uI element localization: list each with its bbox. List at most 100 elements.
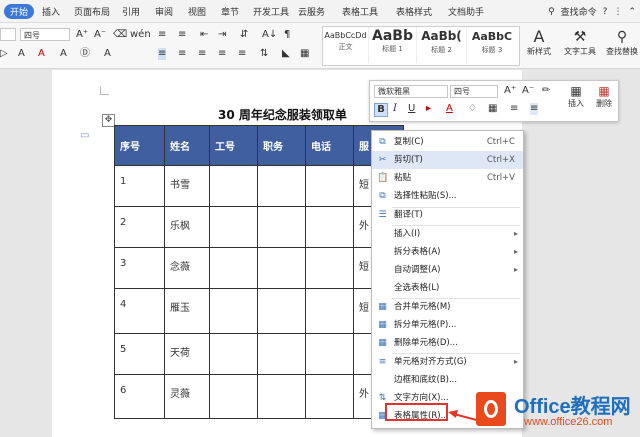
mini-font-color-icon[interactable]: A [446,103,453,115]
tab-start[interactable]: 开始 [4,4,35,19]
increase-indent-icon[interactable]: ⇥ [218,29,226,41]
menu-item-insert[interactable]: 插入(I) ▸ [372,225,523,243]
table-cell[interactable]: 念薇 [164,247,210,289]
menu-item-split-table[interactable]: 拆分表格(A) ▸ [372,243,523,261]
table-cell[interactable] [209,247,258,289]
numbering-icon[interactable]: ≡ [178,29,186,41]
mini-grow-font-icon[interactable]: A⁺ [504,85,516,97]
table-cell[interactable] [257,333,306,375]
tab-table-tools[interactable]: 表格工具 [342,5,378,18]
table-cell[interactable]: 6 [114,374,165,419]
header-cell[interactable]: 序号 [114,125,165,166]
mini-format-painter-icon[interactable]: ✏ [542,85,550,97]
menu-item-split-cells[interactable]: ▦ 拆分单元格(P)... [372,316,523,334]
table-cell[interactable] [209,206,258,248]
mini-shrink-font-icon[interactable]: A⁻ [522,85,534,97]
table-cell[interactable] [257,247,306,289]
table-cell[interactable] [257,374,306,419]
header-cell[interactable]: 工号 [209,125,258,166]
table-cell[interactable]: 4 [114,288,165,334]
table-cell[interactable] [257,206,306,248]
mini-align-icon[interactable]: ≡ [530,103,539,115]
tab-developer[interactable]: 开发工具 [253,5,289,18]
header-cell[interactable]: 姓名 [164,125,210,166]
collapse-icon[interactable]: ⌃ [628,7,636,17]
text-tools-button[interactable]: ⚒ 文字工具 [560,28,600,57]
table-cell[interactable] [305,333,354,375]
table-cell[interactable] [305,247,354,289]
align-center-icon[interactable]: ≡ [178,48,186,60]
header-cell[interactable]: 电话 [305,125,354,166]
table-cell[interactable] [209,333,258,375]
tab-insert[interactable]: 插入 [42,5,60,18]
table-cell[interactable] [305,374,354,419]
table-cell[interactable]: 5 [114,333,165,375]
char-shading-icon[interactable]: A [60,48,67,60]
table-cell[interactable] [257,165,306,207]
tab-cloud[interactable]: 云服务 [298,5,325,18]
tab-view[interactable]: 视图 [188,5,206,18]
new-style-button[interactable]: A 新样式 [522,28,556,57]
align-left-icon[interactable]: ≡ [158,48,167,60]
search-command-label[interactable]: 查找命令 [561,5,597,18]
table-cell[interactable] [305,165,354,207]
tab-doc-assistant[interactable]: 文档助手 [448,5,484,18]
show-marks-icon[interactable]: ¶ [284,29,290,41]
table-cell[interactable] [305,206,354,248]
menu-item-paste-special[interactable]: ⧉ 选择性粘贴(S)... [372,187,523,205]
style-heading-3[interactable]: AaBbC 标题 3 [467,27,517,63]
mini-underline-button[interactable]: U [408,103,415,115]
menu-item-merge-cells[interactable]: ▦ 合并单元格(M) [372,298,523,316]
table-cell[interactable] [305,288,354,334]
menu-item-cut[interactable]: ✂ 剪切(T) Ctrl+X [372,151,523,169]
menu-item-paste[interactable]: 📋 粘贴 Ctrl+V [372,169,523,187]
help-icon[interactable]: ? [603,7,608,17]
borders-icon[interactable]: ▦ [300,48,309,60]
bullets-icon[interactable]: ≡ [158,29,166,41]
shrink-font-icon[interactable]: A⁻ [94,29,106,41]
distribute-icon[interactable]: ≡ [238,48,246,60]
table-cell[interactable]: 3 [114,247,165,289]
mini-line-spacing-icon[interactable]: ≡ [510,103,518,115]
line-spacing-icon[interactable]: ⇅ [260,48,268,60]
mini-italic-button[interactable]: I [393,103,397,115]
table-cell[interactable] [209,288,258,334]
more-icon[interactable]: ⋮ [613,7,622,17]
mini-highlight-icon[interactable]: ▸ [426,103,431,115]
mini-borders-icon[interactable]: ▦ [488,103,497,115]
phonetic-guide-icon[interactable]: A [104,48,111,60]
menu-item-autofit[interactable]: 自动调整(A) ▸ [372,261,523,279]
decrease-indent-icon[interactable]: ⇤ [200,29,208,41]
enclose-char-icon[interactable]: Ⓓ [80,48,90,60]
mini-bold-button[interactable]: B [374,103,388,117]
font-color-icon[interactable]: A [38,48,45,60]
tab-page-layout[interactable]: 页面布局 [74,5,110,18]
justify-icon[interactable]: ≡ [218,48,226,60]
style-normal[interactable]: AaBbCcDd 正文 [323,27,369,63]
style-heading-1[interactable]: AaBb 标题 1 [369,27,417,63]
table-cell[interactable] [209,374,258,419]
table-cell[interactable]: 2 [114,206,165,248]
tab-table-style[interactable]: 表格样式 [396,5,432,18]
mini-fill-icon[interactable]: ♢ [468,103,477,115]
menu-item-select-table[interactable]: 全选表格(L) [372,279,523,297]
grow-font-icon[interactable]: A⁺ [76,29,88,41]
mini-font-name-dropdown[interactable]: 微软雅黑 [374,85,448,98]
menu-item-copy[interactable]: ⧉ 复制(C) Ctrl+C [372,133,523,151]
menu-item-cell-alignment[interactable]: ≡ 单元格对齐方式(G) ▸ [372,353,523,371]
tab-review[interactable]: 审阅 [155,5,173,18]
char-border-icon[interactable]: A [18,48,25,60]
document-icon[interactable]: ▭ [80,130,89,141]
font-name-dropdown[interactable] [0,28,16,41]
header-cell[interactable]: 职务 [257,125,306,166]
mini-delete-button[interactable]: ▦ 删除 [592,84,616,109]
style-heading-2[interactable]: AaBb( 标题 2 [417,27,467,63]
table-cell[interactable]: 书雪 [164,165,210,207]
clear-format-icon[interactable]: ⌫ [113,29,127,41]
table-cell[interactable]: 雁玉 [164,288,210,334]
table-cell[interactable]: 乐枫 [164,206,210,248]
find-replace-button[interactable]: ⚲ 查找替换 [602,28,640,57]
tab-references[interactable]: 引用 [122,5,140,18]
search-icon[interactable]: ⚲ [548,7,555,17]
sort-icon[interactable]: A↓ [262,29,277,41]
